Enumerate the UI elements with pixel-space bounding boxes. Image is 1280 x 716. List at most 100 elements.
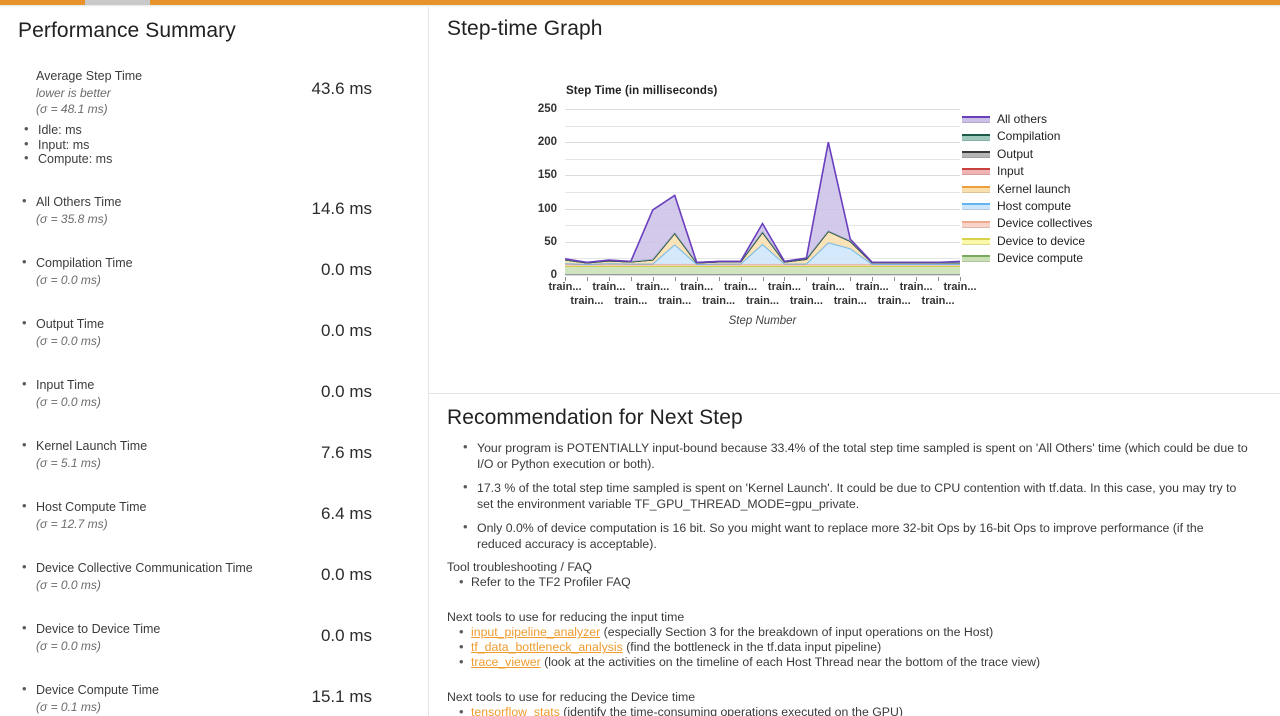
device-tool-item: tensorflow_stats (identify the time-cons…: [459, 704, 1280, 716]
metric-value: 0.0 ms: [320, 320, 372, 340]
metric-row-device-compute: Device Compute Time (σ = 0.1 ms) 15.1 ms: [0, 681, 428, 716]
summary-list: Average Step Time lower is better (σ = 4…: [0, 67, 428, 716]
chart-x-label: train...: [877, 295, 911, 307]
legend-item-kernel-launch[interactable]: Kernel launch: [962, 181, 1092, 198]
chart-x-label: train...: [899, 281, 933, 293]
metric-row-input: Input Time (σ = 0.0 ms) 0.0 ms: [0, 376, 428, 437]
metric-label: All Others Time: [36, 194, 122, 209]
tool-description: (identify the time-consuming operations …: [559, 705, 903, 716]
chart-x-label: train...: [789, 295, 823, 307]
legend-item-compilation[interactable]: Compilation: [962, 128, 1092, 145]
faq-item: Refer to the TF2 Profiler FAQ: [459, 574, 1280, 590]
input-tool-item: input_pipeline_analyzer (especially Sect…: [459, 624, 1280, 640]
chart-x-labels: train... train... train... train... train...…: [539, 280, 989, 314]
page-title: Performance Summary: [18, 19, 236, 42]
chart-legend[interactable]: All others Compilation Output Input Kernel l…: [962, 111, 1092, 268]
faq-heading: Tool troubleshooting / FAQ: [447, 560, 592, 574]
metric-label: Kernel Launch Time: [36, 438, 148, 453]
chart-areas: [565, 109, 960, 275]
tool-link-tensorflow_stats[interactable]: tensorflow_stats: [471, 705, 560, 716]
legend-swatch: [962, 150, 990, 158]
legend-label: All others: [997, 112, 1048, 126]
metric-row-host-compute: Host Compute Time (σ = 12.7 ms) 6.4 ms: [0, 498, 428, 559]
chart-x-label: train...: [570, 295, 604, 307]
legend-label: Compilation: [997, 129, 1061, 144]
recommendation-bullets: Your program is POTENTIALLY input-bound …: [429, 439, 1280, 552]
average-step-time-row: Average Step Time lower is better (σ = 4…: [0, 67, 428, 123]
legend-label: Output: [997, 146, 1034, 161]
metric-value: 15.1 ms: [311, 686, 372, 706]
input-tools-heading: Next tools to use for reducing the input…: [447, 610, 685, 624]
legend-item-output[interactable]: Output: [962, 146, 1092, 163]
legend-swatch: [962, 237, 990, 245]
chart-x-label: train...: [614, 295, 648, 307]
chart-y-tick-label: 250: [537, 103, 557, 115]
chart-title: Step Time (in milliseconds): [566, 85, 718, 97]
chart-x-label: train...: [921, 295, 955, 307]
tool-link-trace_viewer[interactable]: trace_viewer: [471, 655, 541, 669]
metric-row-compilation: Compilation Time (σ = 0.0 ms) 0.0 ms: [0, 254, 428, 315]
legend-item-device-collectives[interactable]: Device collectives: [962, 215, 1092, 232]
legend-label: Kernel launch: [997, 181, 1071, 196]
legend-item-all-others[interactable]: All others: [962, 111, 1092, 128]
right-column: Step-time Graph Step Time (in millisecon…: [429, 7, 1280, 716]
chart-x-label: train...: [724, 281, 758, 293]
input-tool-item: trace_viewer (look at the activities on …: [459, 654, 1280, 670]
tool-link-input_pipeline_analyzer[interactable]: input_pipeline_analyzer: [471, 625, 600, 639]
legend-swatch: [962, 220, 990, 228]
tool-description: (find the bottleneck in the tf.data inpu…: [622, 640, 882, 654]
average-step-time-label: Average Step Time: [36, 69, 143, 83]
chart-y-tick-label: 50: [544, 235, 557, 248]
metric-row-all-others: All Others Time (σ = 35.8 ms) 14.6 ms: [0, 193, 428, 254]
chart-x-label: train...: [636, 281, 670, 293]
metric-row-device-to-device: Device to Device Time (σ = 0.0 ms) 0.0 m…: [0, 620, 428, 681]
legend-swatch: [962, 168, 990, 176]
chart-x-label: train...: [702, 295, 736, 307]
recommendation-title: Recommendation for Next Step: [447, 406, 743, 429]
chart-x-axis-title: Step Number: [728, 315, 797, 327]
chart-x-label: train...: [548, 281, 582, 293]
chart-x-label: train...: [592, 281, 626, 293]
chart-y-tick-label: 200: [537, 136, 557, 149]
average-breakdown-list: Idle: ms Input: ms Compute: ms: [16, 122, 428, 167]
legend-item-device-compute[interactable]: Device compute: [962, 250, 1092, 267]
legend-label: Device collectives: [997, 216, 1093, 231]
chart-x-label: train...: [680, 281, 714, 293]
device-tools-list: tensorflow_stats (identify the time-cons…: [447, 704, 1280, 716]
legend-label: Device compute: [997, 251, 1084, 266]
metric-value: 0.0 ms: [320, 259, 372, 279]
metric-label: Host Compute Time: [36, 499, 147, 514]
chart-x-label: train...: [767, 281, 801, 293]
legend-label: Device to device: [997, 233, 1086, 248]
legend-item-input[interactable]: Input: [962, 163, 1092, 180]
metric-value: 7.6 ms: [320, 442, 372, 462]
legend-swatch: [962, 116, 990, 124]
step-time-chart[interactable]: Step Time (in milliseconds) 0 50 100 150 200…: [429, 67, 1280, 387]
metric-label: Input Time: [36, 377, 95, 392]
chart-y-tick-label: 150: [537, 169, 557, 182]
breakdown-item-idle: Idle: ms: [22, 122, 428, 138]
metric-value: 6.4 ms: [320, 503, 372, 523]
metric-row-output: Output Time (σ = 0.0 ms) 0.0 ms: [0, 315, 428, 376]
tool-link-tf_data_bottleneck_analysis[interactable]: tf_data_bottleneck_analysis: [471, 640, 623, 654]
metric-value: 0.0 ms: [320, 625, 372, 645]
chart-plot-area[interactable]: 0 50 100 150 200 250: [538, 103, 960, 281]
metric-row-kernel-launch: Kernel Launch Time (σ = 5.1 ms) 7.6 ms: [0, 437, 428, 498]
chart-x-label: train...: [855, 281, 889, 293]
chart-x-label: train...: [658, 295, 692, 307]
step-time-graph-title: Step-time Graph: [447, 17, 603, 40]
legend-swatch: [962, 203, 990, 211]
profiler-overview-page: Performance Summary Average Step Time lo…: [0, 0, 1280, 716]
tool-description: (look at the activities on the timeline …: [540, 655, 1041, 669]
metric-label: Compilation Time: [36, 255, 133, 270]
metric-label: Device to Device Time: [36, 621, 161, 636]
chart-x-label: train...: [943, 281, 977, 293]
legend-item-device-to-device[interactable]: Device to device: [962, 233, 1092, 250]
legend-item-host-compute[interactable]: Host compute: [962, 198, 1092, 215]
input-tools-section: Next tools to use for reducing the input…: [447, 610, 1280, 670]
metric-value: 0.0 ms: [320, 564, 372, 584]
faq-section: Tool troubleshooting / FAQ Refer to the …: [447, 560, 1280, 590]
legend-swatch: [962, 133, 990, 141]
step-time-graph-card: Step-time Graph Step Time (in millisecon…: [429, 7, 1280, 394]
chart-x-label: train...: [833, 295, 867, 307]
